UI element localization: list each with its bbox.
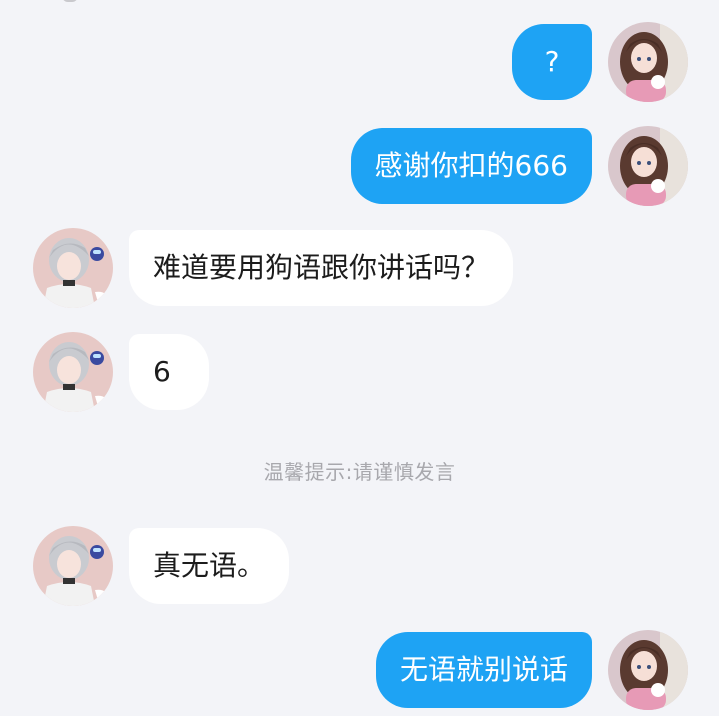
boy-avatar[interactable]	[33, 526, 113, 606]
boy-avatar[interactable]	[33, 332, 113, 412]
partial-avatar-edge	[62, 0, 78, 2]
system-notice: 温馨提示:请谨慎发言	[263, 460, 456, 484]
girl-avatar[interactable]	[608, 630, 688, 710]
message-bubble[interactable]: ?	[512, 24, 592, 100]
message-bubble[interactable]: 难道要用狗语跟你讲话吗？	[129, 230, 514, 306]
message-row-outgoing: 无语就别说话	[0, 630, 719, 712]
message-row-outgoing: ?	[0, 22, 719, 104]
message-bubble[interactable]: 6	[129, 334, 209, 410]
girl-avatar[interactable]	[608, 126, 688, 206]
message-row-incoming: 真无语。	[0, 526, 719, 608]
message-row-incoming: 难道要用狗语跟你讲话吗？	[0, 228, 719, 310]
chat-area[interactable]: ? 感谢你扣的666 难道要用狗语跟你讲话吗？ 6 温馨提示:请谨慎发言 真无语…	[0, 0, 719, 716]
boy-avatar[interactable]	[33, 228, 113, 308]
girl-avatar[interactable]	[608, 22, 688, 102]
message-bubble[interactable]: 无语就别说话	[375, 632, 592, 708]
message-bubble[interactable]: 感谢你扣的666	[350, 128, 592, 204]
message-row-incoming: 6	[0, 332, 719, 414]
message-row-outgoing: 感谢你扣的666	[0, 126, 719, 208]
message-bubble[interactable]: 真无语。	[129, 528, 290, 604]
